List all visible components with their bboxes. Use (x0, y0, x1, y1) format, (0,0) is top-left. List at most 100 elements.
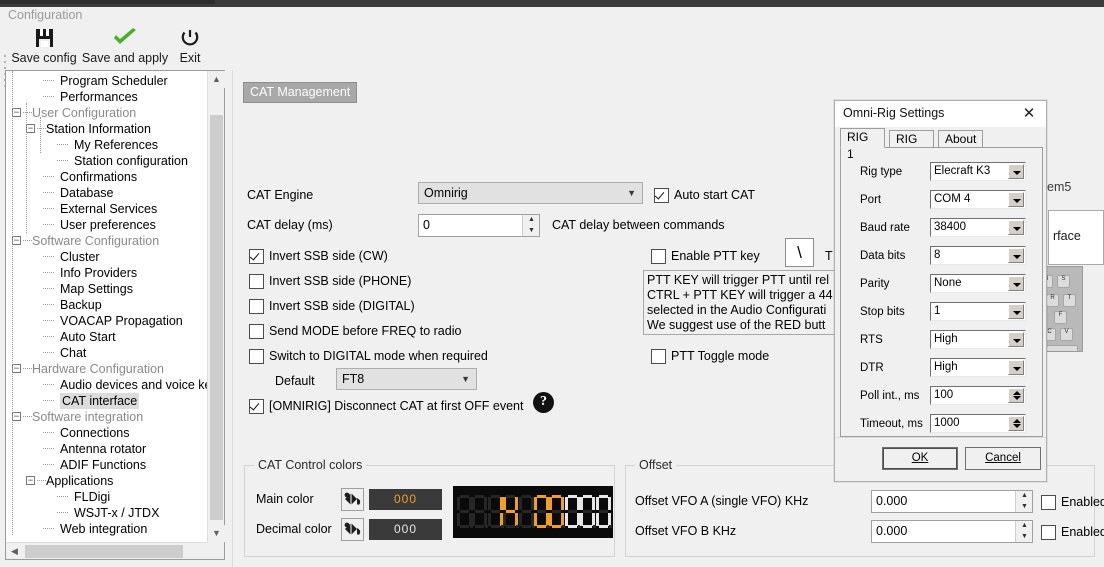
sidebar-item-wsjt-x-jtdx[interactable]: WSJT-x / JTDX (6, 505, 207, 521)
stepper-up-icon[interactable]: ▲ (1016, 521, 1033, 531)
tree-expander-minus-icon[interactable]: − (12, 364, 21, 373)
configuration-tree[interactable]: Program Scheduler Performances − User Confi… (6, 71, 207, 537)
decimal-color-picker-button[interactable] (341, 518, 364, 541)
parity-combo[interactable]: None (930, 274, 1026, 293)
ok-button[interactable]: OK (882, 447, 958, 470)
tree-expander-minus-icon[interactable]: − (26, 476, 35, 485)
stepper-down-icon[interactable]: ▼ (1016, 532, 1033, 542)
dialog-titlebar[interactable]: Omni-Rig Settings ✕ (835, 101, 1046, 127)
omnirig-disconnect-checkbox[interactable]: [OMNIRIG] Disconnect CAT at first OFF ev… (249, 399, 523, 414)
default-mode-combo[interactable]: FT8 ▼ (336, 368, 477, 390)
data-bits-combo[interactable]: 8 (930, 246, 1026, 265)
baud-rate-combo[interactable]: 38400 (930, 218, 1026, 237)
offset-vfo-b-stepper[interactable]: ▲ ▼ (1015, 521, 1032, 542)
switch-digital-mode-checkbox[interactable]: Switch to DIGITAL mode when required (249, 349, 488, 364)
stepper-up-icon[interactable]: ▲ (523, 215, 540, 225)
send-mode-before-freq-checkbox[interactable]: Send MODE before FREQ to radio (249, 324, 461, 339)
chevron-down-icon[interactable]: ▼ (208, 525, 225, 542)
exit-button[interactable]: Exit (172, 27, 208, 65)
chevron-down-icon[interactable] (1008, 248, 1024, 263)
sidebar-item-cat-interface[interactable]: CAT interface (6, 393, 207, 409)
cat-management-group-tab[interactable]: CAT Management (243, 82, 358, 103)
sidebar-item-external-services[interactable]: External Services (6, 201, 207, 217)
sidebar-item-applications[interactable]: − Applications (6, 473, 207, 489)
ptt-key-input[interactable]: \ (785, 238, 814, 267)
sidebar-item-backup[interactable]: Backup (6, 297, 207, 313)
sidebar-item-performances[interactable]: Performances (6, 89, 207, 105)
tree-expander-minus-icon[interactable]: − (12, 412, 21, 421)
sidebar-item-station-configuration[interactable]: Station configuration (6, 153, 207, 169)
close-icon[interactable]: ✕ (1012, 101, 1046, 127)
sidebar-item-fldigi[interactable]: FLDigi (6, 489, 207, 505)
tab-about[interactable]: About (938, 130, 983, 148)
chevron-up-icon[interactable]: ▲ (208, 71, 225, 88)
tree-expander-minus-icon[interactable]: − (26, 124, 35, 133)
dtr-combo[interactable]: High (930, 358, 1026, 377)
sidebar-item-audio-devices-and-voice-keyer[interactable]: Audio devices and voice keyer (6, 377, 207, 393)
invert-ssb-cw-checkbox[interactable]: Invert SSB side (CW) (249, 249, 388, 264)
offset-vfo-b-enabled-checkbox[interactable]: Enabled (1041, 525, 1104, 540)
tab-rig-1[interactable]: RIG 1 (840, 128, 885, 161)
invert-ssb-digital-checkbox[interactable]: Invert SSB side (DIGITAL) (249, 299, 415, 314)
auto-start-cat-checkbox[interactable]: Auto start CAT (654, 188, 755, 203)
enable-ptt-key-checkbox[interactable]: Enable PTT key (651, 249, 760, 264)
sidebar-item-confirmations[interactable]: Confirmations (6, 169, 207, 185)
sidebar-item-my-references[interactable]: My References (6, 137, 207, 153)
main-color-swatch[interactable]: 000 (369, 489, 442, 510)
poll-interval-input[interactable]: 100 (930, 386, 1026, 405)
main-color-picker-button[interactable] (341, 488, 364, 511)
sidebar-item-station-information[interactable]: − Station Information (6, 121, 207, 137)
rig-type-combo[interactable]: Elecraft K3 (930, 162, 1026, 181)
sidebar-item-adif-functions[interactable]: ADIF Functions (6, 457, 207, 473)
dialog-tabstrip[interactable]: RIG 1 RIG 2 About (840, 128, 1043, 163)
ptt-toggle-mode-checkbox[interactable]: PTT Toggle mode (651, 349, 769, 364)
tree-vertical-scrollbar[interactable]: ▲ ▼ (207, 71, 225, 542)
cat-delay-input[interactable]: 0 ▲ ▼ (418, 214, 540, 237)
save-config-button[interactable]: Save config (10, 27, 78, 65)
sidebar-item-web-integration[interactable]: Web integration (6, 521, 207, 537)
sidebar-item-program-scheduler[interactable]: Program Scheduler (6, 73, 207, 89)
sidebar-item-voacap-propagation[interactable]: VOACAP Propagation (6, 313, 207, 329)
offset-vfo-b-input[interactable]: 0.000 ▲ ▼ (871, 520, 1033, 543)
sidebar-item-software-configuration[interactable]: − Software Configuration (6, 233, 207, 249)
sidebar-item-map-settings[interactable]: Map Settings (6, 281, 207, 297)
sidebar-item-hardware-configuration[interactable]: − Hardware Configuration (6, 361, 207, 377)
stepper-down-icon[interactable]: ▼ (1016, 502, 1033, 512)
chevron-down-icon[interactable] (1008, 220, 1024, 235)
save-and-apply-button[interactable]: Save and apply (80, 27, 170, 65)
cancel-button[interactable]: Cancel (965, 447, 1041, 470)
stop-bits-combo[interactable]: 1 (930, 302, 1026, 321)
invert-ssb-phone-checkbox[interactable]: Invert SSB side (PHONE) (249, 274, 411, 289)
tree-expander-minus-icon[interactable]: − (12, 108, 21, 117)
chevron-down-icon[interactable] (1008, 360, 1024, 375)
chevron-down-icon[interactable] (1008, 276, 1024, 291)
sidebar-item-user-configuration[interactable]: − User Configuration (6, 105, 207, 121)
sidebar-item-software-integration[interactable]: − Software integration (6, 409, 207, 425)
sidebar-item-connections[interactable]: Connections (6, 425, 207, 441)
tree-horizontal-scrollbar[interactable]: ◀ ▶ (6, 542, 224, 559)
tab-rig-2[interactable]: RIG 2 (889, 130, 934, 163)
chevron-down-icon[interactable] (1008, 332, 1024, 347)
sidebar-item-antenna-rotator[interactable]: Antenna rotator (6, 441, 207, 457)
spinner-arrows-icon[interactable] (1008, 388, 1024, 403)
spinner-arrows-icon[interactable] (1008, 416, 1024, 431)
stepper-down-icon[interactable]: ▼ (523, 226, 540, 236)
chevron-left-icon[interactable]: ◀ (6, 543, 23, 560)
tree-expander-minus-icon[interactable]: − (12, 236, 21, 245)
chevron-down-icon[interactable] (1008, 192, 1024, 207)
offset-vfo-a-input[interactable]: 0.000 ▲ ▼ (871, 490, 1033, 513)
rts-combo[interactable]: High (930, 330, 1026, 349)
sidebar-item-auto-start[interactable]: Auto Start (6, 329, 207, 345)
timeout-input[interactable]: 1000 (930, 414, 1026, 433)
stepper-up-icon[interactable]: ▲ (1016, 491, 1033, 501)
port-combo[interactable]: COM 4 (930, 190, 1026, 209)
chevron-down-icon[interactable] (1008, 304, 1024, 319)
tree-vscrollbar-thumb[interactable] (210, 115, 223, 520)
sidebar-item-user-preferences[interactable]: User preferences (6, 217, 207, 233)
offset-vfo-a-enabled-checkbox[interactable]: Enabled (1041, 495, 1104, 510)
question-mark-icon[interactable]: ? (533, 392, 554, 413)
chevron-down-icon[interactable] (1008, 164, 1024, 179)
cat-engine-combo[interactable]: Omnirig ▼ (418, 182, 643, 204)
offset-vfo-a-stepper[interactable]: ▲ ▼ (1015, 491, 1032, 512)
cat-delay-stepper[interactable]: ▲ ▼ (522, 215, 539, 236)
